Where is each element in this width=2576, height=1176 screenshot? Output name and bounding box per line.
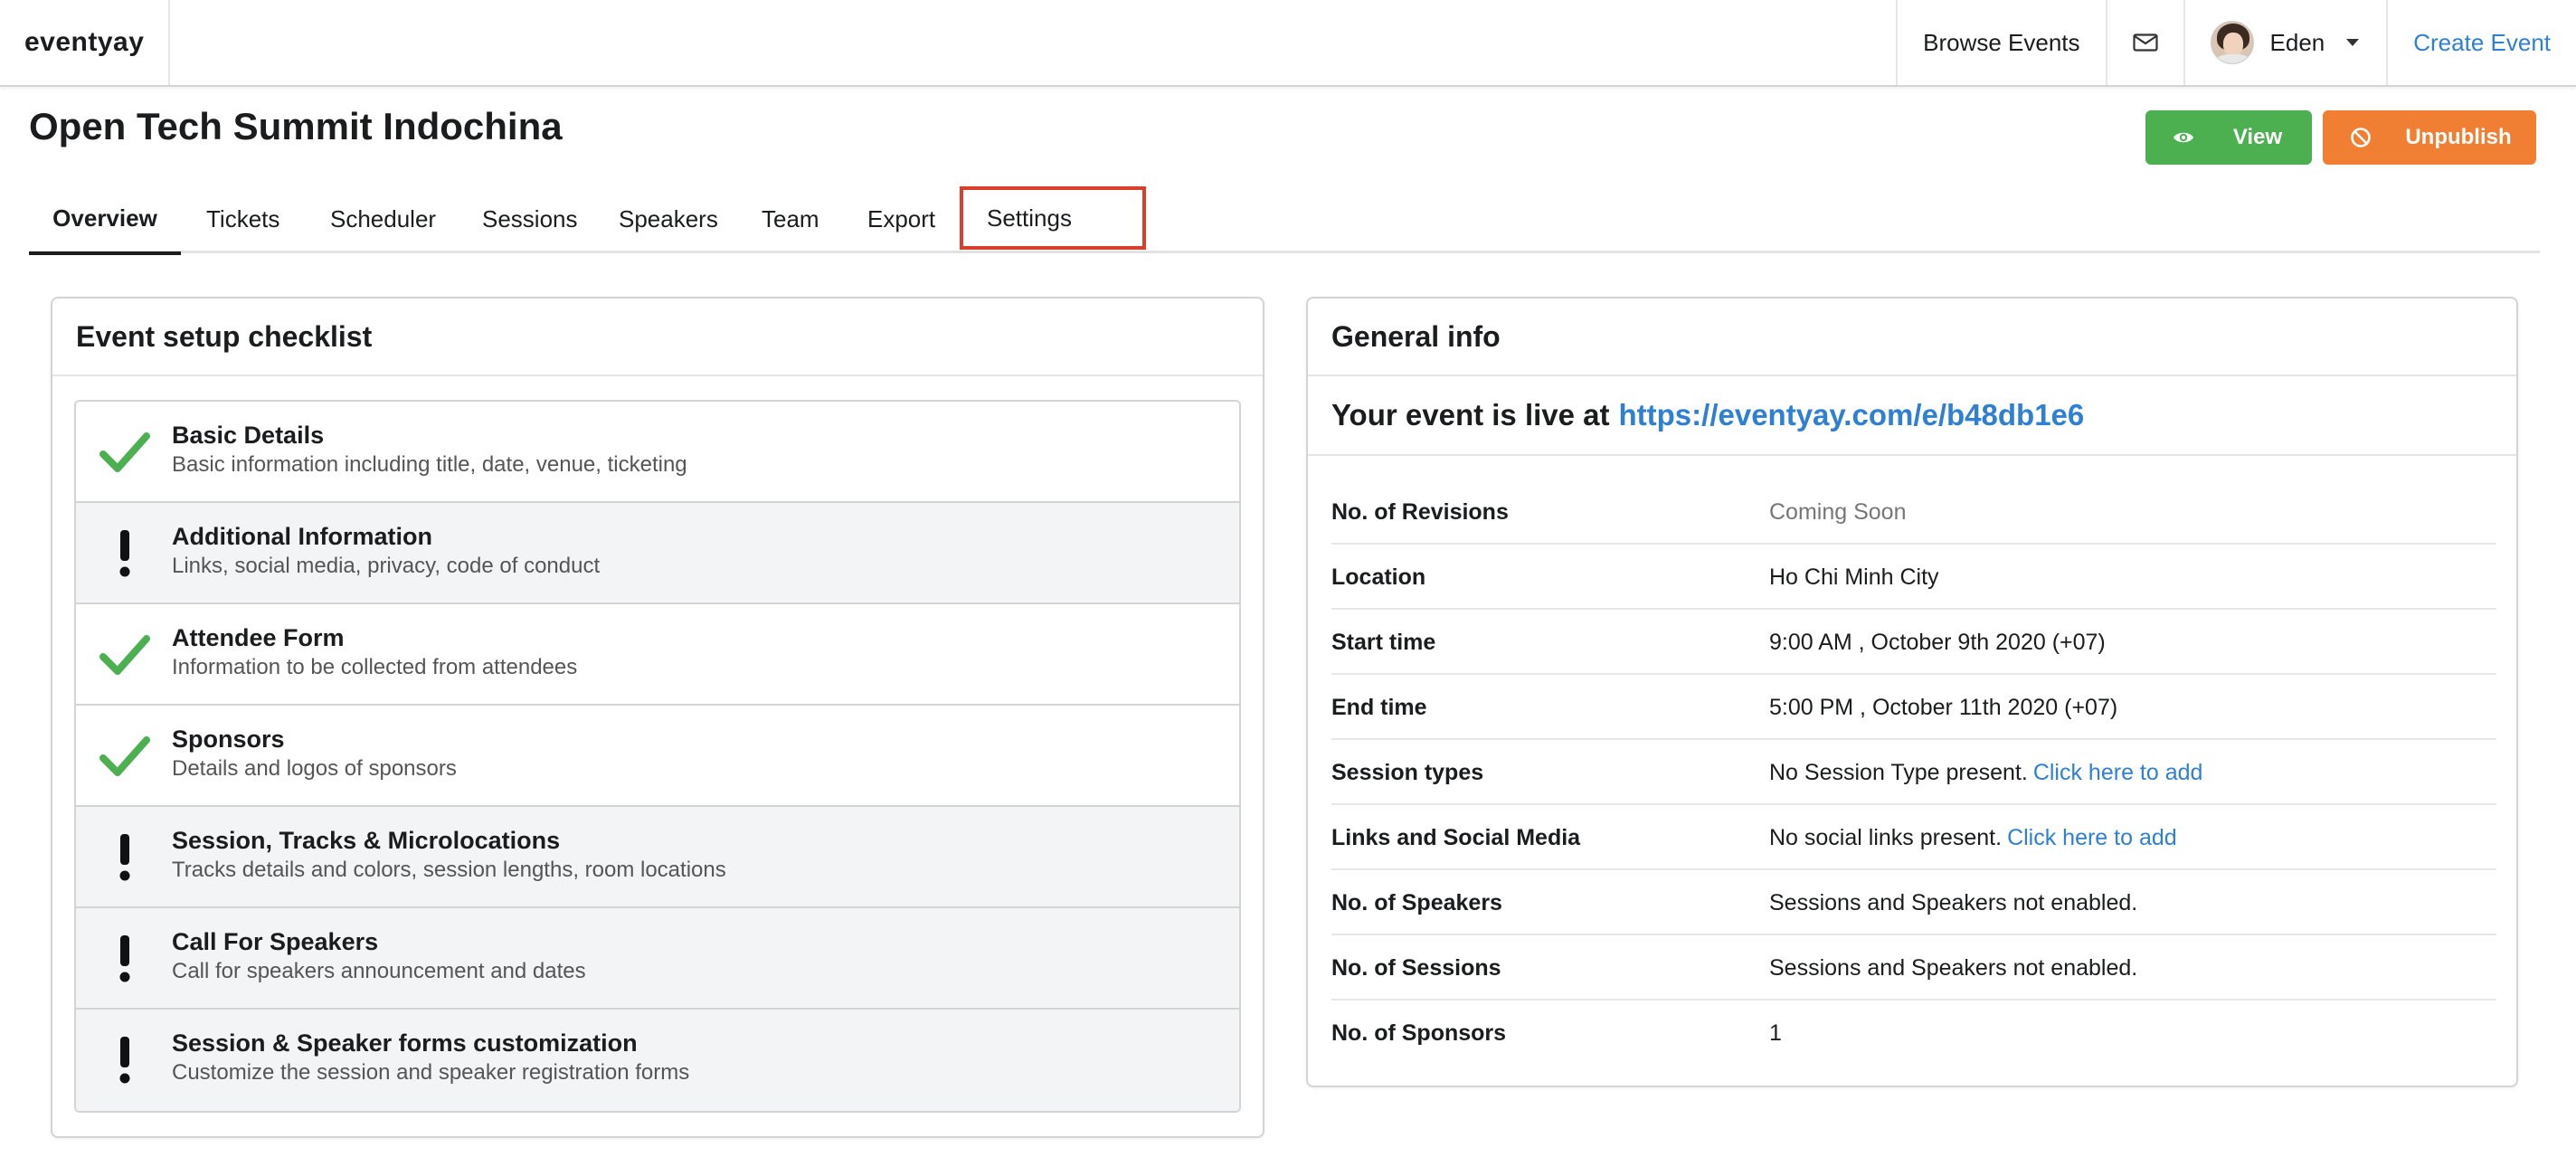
user-menu[interactable]: Eden	[2183, 0, 2387, 85]
info-key: Start time	[1331, 630, 1436, 655]
view-button[interactable]: View	[2145, 110, 2312, 165]
event-tabs: Overview Tickets Scheduler Sessions Spea…	[29, 185, 2540, 255]
info-value-group: No Session Type present. Click here to ad…	[1769, 760, 2202, 786]
info-row-location: Location Ho Chi Minh City	[1331, 545, 2496, 610]
caret-down-icon	[2346, 39, 2360, 46]
info-value: Coming Soon	[1769, 499, 1907, 525]
info-value: No Session Type present.	[1769, 760, 2028, 785]
info-value: Sessions and Speakers not enabled.	[1769, 890, 2138, 915]
checklist-item-desc: Customize the session and speaker regist…	[172, 1060, 690, 1085]
checklist-item-title: Basic Details	[172, 422, 325, 449]
top-navbar: eventyay Browse Events Eden Create Event	[0, 0, 2576, 87]
checkmark-icon	[99, 635, 150, 675]
live-url-row: Your event is live at https://eventyay.c…	[1308, 376, 2516, 456]
info-key: No. of Sponsors	[1331, 1020, 1507, 1046]
checklist-title: Event setup checklist	[52, 299, 1263, 376]
tab-scheduler[interactable]: Scheduler	[330, 185, 436, 253]
checklist-item-desc: Links, social media, privacy, code of co…	[172, 554, 601, 578]
info-key: Links and Social Media	[1331, 825, 1581, 850]
add-social-link-link[interactable]: Click here to add	[2007, 825, 2177, 850]
info-value-group: No social links present. Click here to ad…	[1769, 825, 2177, 851]
checklist-item-forms-customization[interactable]: Session & Speaker forms customization Cu…	[76, 1010, 1239, 1111]
live-prefix: Your event is live at	[1331, 398, 1610, 432]
checklist-item-additional-information[interactable]: Additional Information Links, social med…	[76, 503, 1239, 604]
info-row-end-time: End time 5:00 PM , October 11th 2020 (+0…	[1331, 675, 2496, 740]
checklist-item-call-for-speakers[interactable]: Call For Speakers Call for speakers anno…	[76, 908, 1239, 1010]
exclamation-icon	[119, 530, 130, 577]
exclamation-icon	[119, 834, 130, 881]
tab-overview[interactable]: Overview	[29, 185, 181, 255]
unpublish-label: Unpublish	[2405, 125, 2512, 149]
checklist-item-desc: Tracks details and colors, session lengt…	[172, 858, 726, 882]
tab-export[interactable]: Export	[867, 185, 935, 253]
exclamation-icon	[119, 1037, 130, 1084]
info-table: No. of Revisions Coming Soon Location Ho…	[1331, 479, 2496, 1066]
info-row-sessions: No. of Sessions Sessions and Speakers no…	[1331, 935, 2496, 1001]
info-key: End time	[1331, 695, 1427, 720]
checklist-item-title: Additional Information	[172, 523, 432, 550]
info-value: 5:00 PM , October 11th 2020 (+07)	[1769, 695, 2118, 720]
page-title: Open Tech Summit Indochina	[29, 105, 563, 147]
info-key: Location	[1331, 564, 1426, 590]
live-url-link[interactable]: https://eventyay.com/e/b48db1e6	[1619, 398, 2085, 432]
info-row-social-links: Links and Social Media No social links p…	[1331, 805, 2496, 870]
checklist-item-title: Attendee Form	[172, 624, 345, 651]
checklist-item-sponsors[interactable]: Sponsors Details and logos of sponsors	[76, 706, 1239, 807]
info-key: Session types	[1331, 760, 1484, 785]
browse-events-link[interactable]: Browse Events	[1896, 0, 2105, 85]
checklist-item-desc: Details and logos of sponsors	[172, 756, 457, 781]
info-value: 9:00 AM , October 9th 2020 (+07)	[1769, 630, 2106, 655]
info-key: No. of Sessions	[1331, 955, 1501, 981]
ban-icon	[2351, 128, 2371, 147]
checklist-item-title: Sponsors	[172, 726, 285, 753]
info-value: Sessions and Speakers not enabled.	[1769, 955, 2138, 981]
tab-speakers[interactable]: Speakers	[619, 185, 718, 253]
checklist-item-attendee-form[interactable]: Attendee Form Information to be collecte…	[76, 604, 1239, 706]
checklist-item-desc: Call for speakers announcement and dates	[172, 959, 586, 983]
checkmark-icon	[99, 432, 150, 472]
add-session-type-link[interactable]: Click here to add	[2033, 760, 2203, 785]
unpublish-button[interactable]: Unpublish	[2323, 110, 2536, 165]
checklist-item-title: Session, Tracks & Microlocations	[172, 827, 561, 854]
checklist-item-session-tracks[interactable]: Session, Tracks & Microlocations Tracks …	[76, 807, 1239, 908]
general-info-title: General info	[1308, 299, 2516, 376]
info-value: 1	[1769, 1020, 1782, 1046]
navbar-right: Browse Events Eden Create Event	[1896, 0, 2576, 85]
avatar	[2210, 21, 2254, 64]
tab-sessions[interactable]: Sessions	[482, 185, 578, 253]
general-info-card: General info Your event is live at https…	[1306, 297, 2518, 1087]
info-row-revisions: No. of Revisions Coming Soon	[1331, 479, 2496, 545]
setup-checklist-card: Event setup checklist Basic Details Basi…	[51, 297, 1264, 1138]
checklist-item-desc: Basic information including title, date,…	[172, 452, 687, 477]
view-label: View	[2232, 125, 2283, 149]
info-value: No social links present.	[1769, 825, 2003, 850]
create-event-link[interactable]: Create Event	[2386, 0, 2576, 85]
checklist-item-title: Call For Speakers	[172, 928, 379, 955]
info-value: Ho Chi Minh City	[1769, 564, 1939, 590]
exclamation-icon	[119, 935, 130, 982]
checklist-item-title: Session & Speaker forms customization	[172, 1029, 638, 1057]
eye-icon	[2174, 132, 2193, 143]
brand-logo[interactable]: eventyay	[0, 0, 170, 85]
info-row-speakers: No. of Speakers Sessions and Speakers no…	[1331, 870, 2496, 935]
info-row-sponsors: No. of Sponsors 1	[1331, 1001, 2496, 1066]
checklist-item-desc: Information to be collected from attende…	[172, 655, 578, 679]
mail-icon	[2132, 33, 2158, 52]
info-row-start-time: Start time 9:00 AM , October 9th 2020 (+…	[1331, 610, 2496, 675]
user-name: Eden	[2269, 28, 2325, 56]
tab-team[interactable]: Team	[762, 185, 819, 253]
tab-tickets[interactable]: Tickets	[206, 185, 279, 253]
checkmark-icon	[99, 736, 150, 776]
info-key: No. of Speakers	[1331, 890, 1502, 915]
checklist: Basic Details Basic information includin…	[74, 400, 1241, 1113]
checklist-item-basic-details[interactable]: Basic Details Basic information includin…	[76, 402, 1239, 503]
info-row-session-types: Session types No Session Type present. Cl…	[1331, 740, 2496, 805]
info-key: No. of Revisions	[1331, 499, 1509, 525]
mail-button[interactable]	[2105, 0, 2183, 85]
tab-settings[interactable]: Settings	[960, 186, 1146, 250]
